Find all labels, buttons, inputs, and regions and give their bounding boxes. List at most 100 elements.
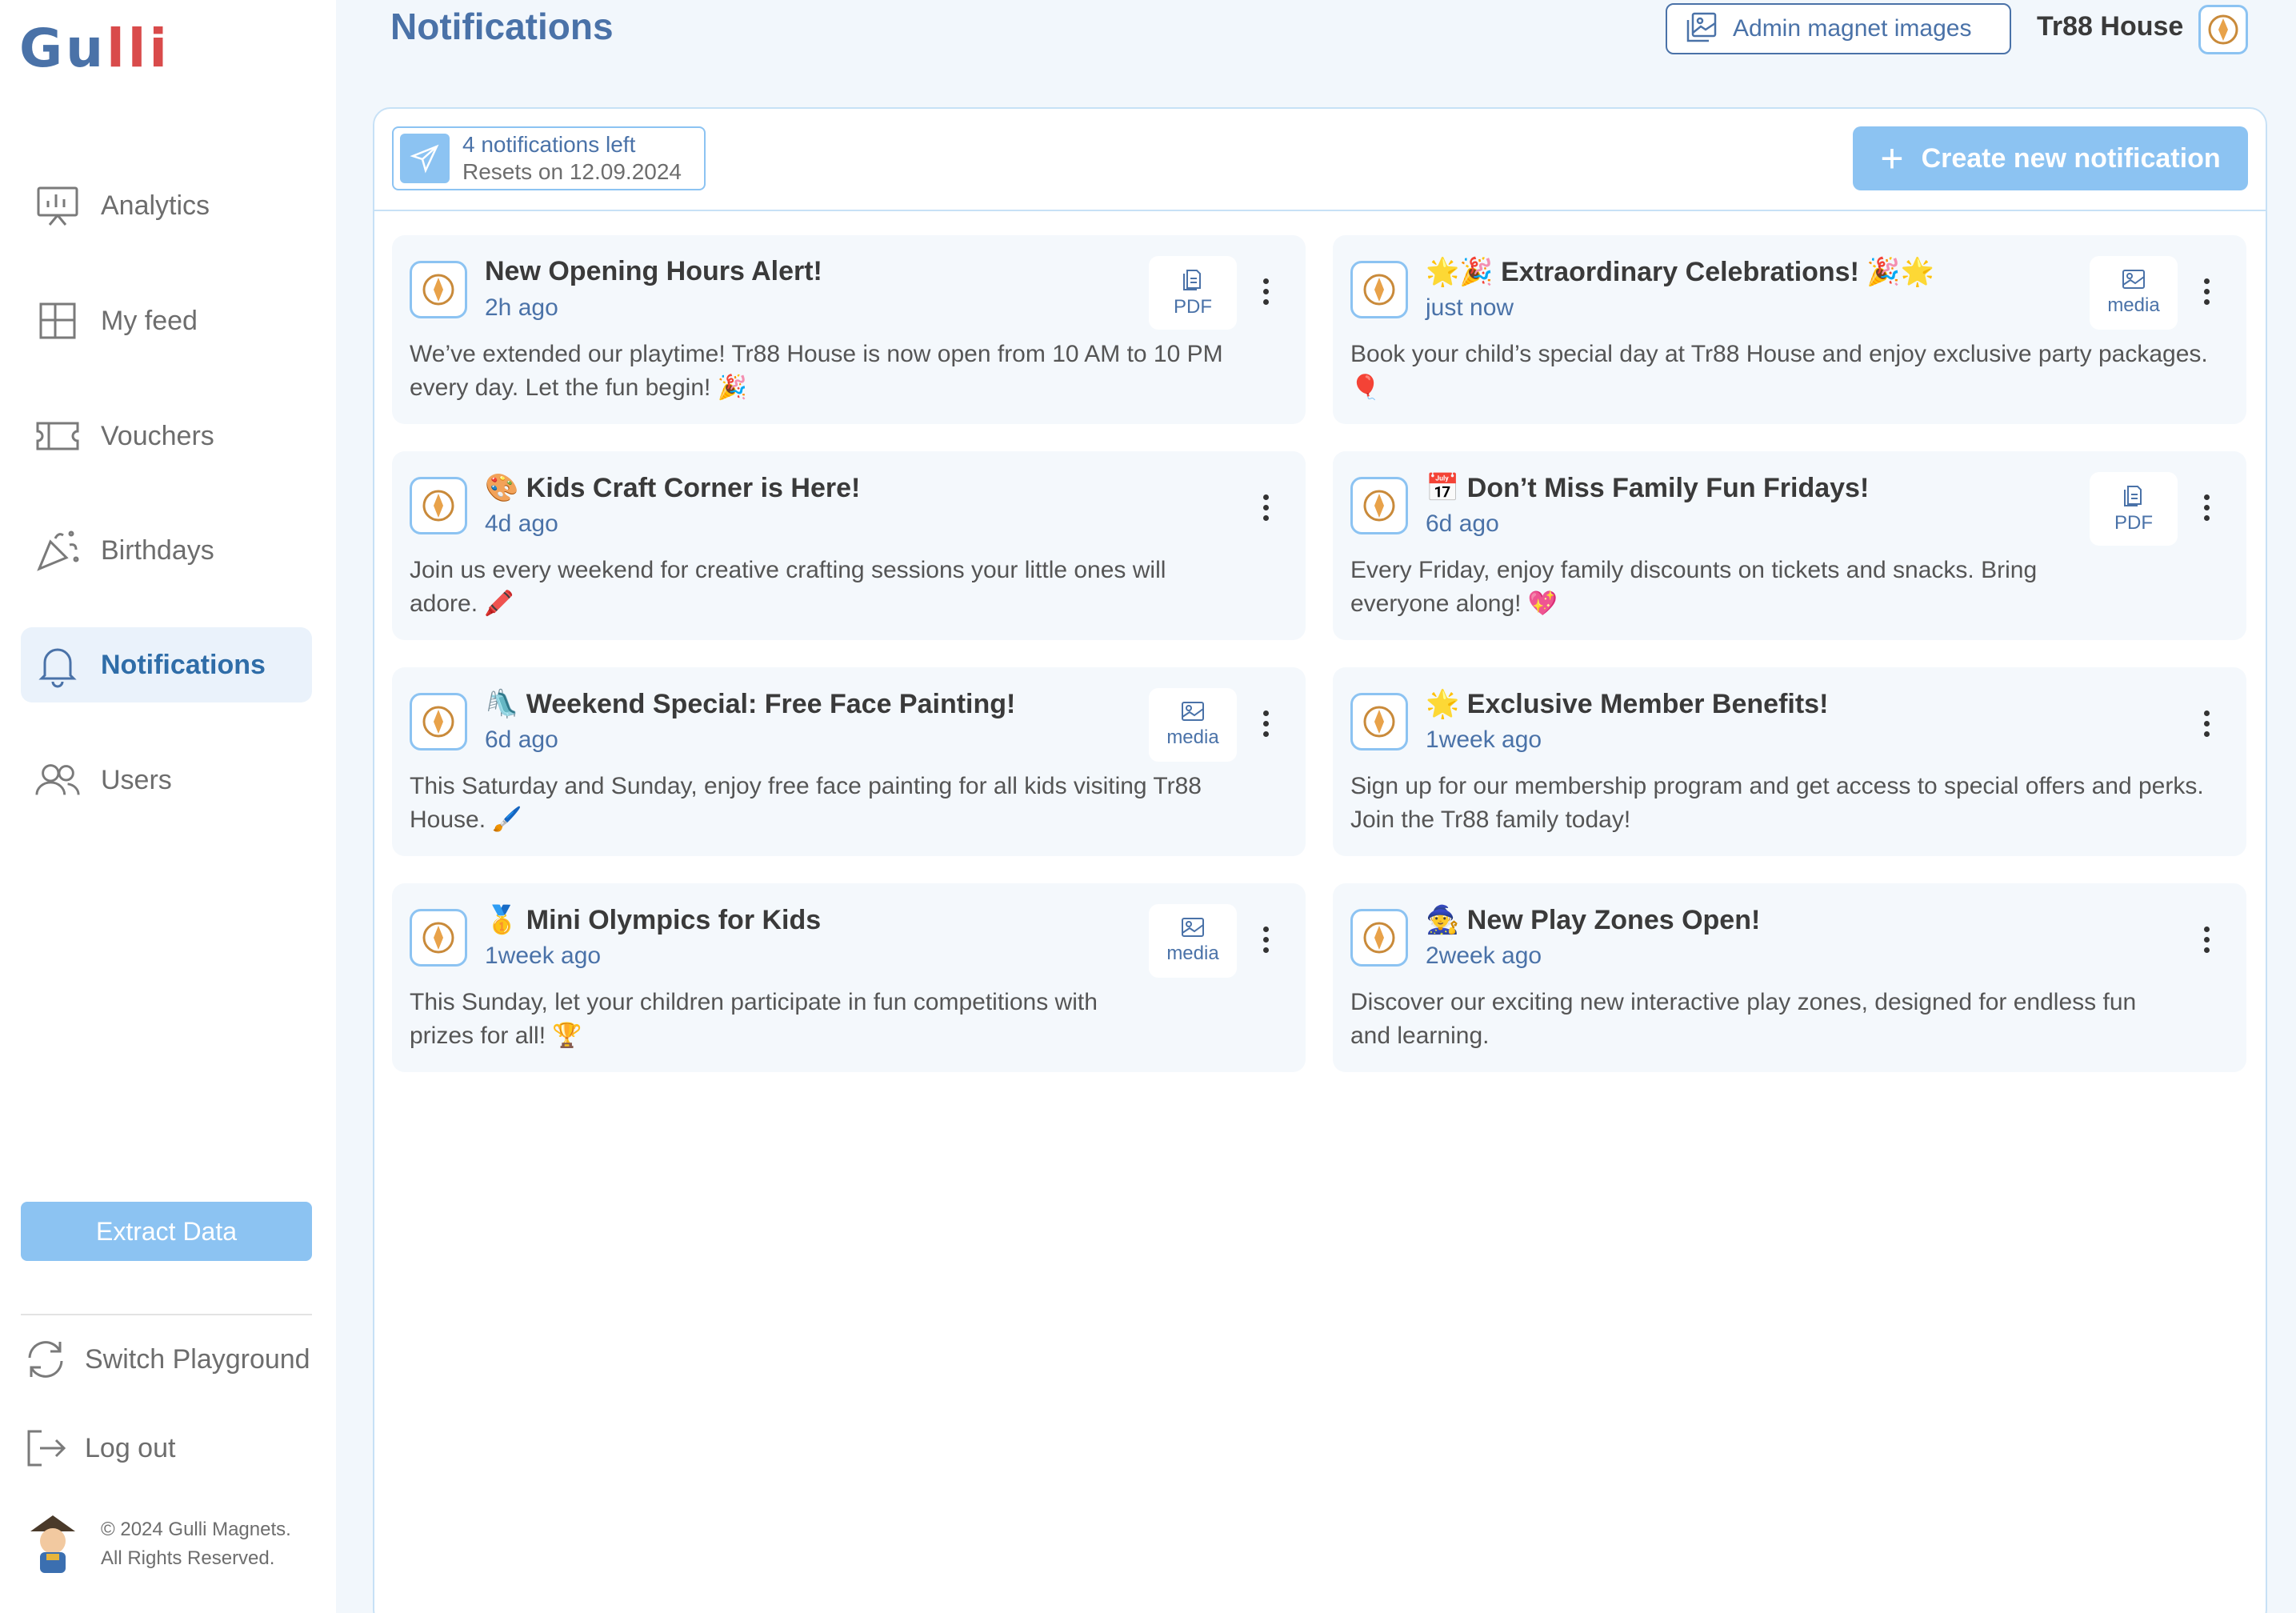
more-options-icon[interactable] xyxy=(1250,483,1282,531)
sidebar-item-notifications[interactable]: Notifications xyxy=(21,627,312,702)
notification-time: 6d ago xyxy=(485,726,558,753)
notification-body: We’ve extended our playtime! Tr88 House … xyxy=(410,341,1223,401)
more-options-icon[interactable] xyxy=(1250,915,1282,963)
notification-title: 🌟🎉 Extraordinary Celebrations! 🎉🌟 xyxy=(1426,257,1935,287)
sidebar-item-label: Vouchers xyxy=(101,420,214,451)
notification-card[interactable]: 🌟 Exclusive Member Benefits! 1week ago S… xyxy=(1333,667,2246,856)
sender-avatar xyxy=(410,477,467,534)
media-attachment[interactable]: media xyxy=(1149,904,1237,978)
house-logo-icon xyxy=(1363,922,1395,954)
log-out-label: Log out xyxy=(85,1432,176,1463)
grid-icon xyxy=(34,297,82,345)
notification-time: 1week ago xyxy=(485,943,602,969)
media-attachment[interactable]: media xyxy=(2090,256,2178,330)
page-title: Notifications xyxy=(390,6,614,47)
notification-time: 4d ago xyxy=(485,510,558,537)
house-logo-icon xyxy=(422,274,454,306)
notification-title: 🥇 Mini Olympics for Kids xyxy=(485,905,822,935)
attachment-label: media xyxy=(1166,943,1219,964)
document-icon xyxy=(2124,486,2142,506)
sender-avatar xyxy=(1350,261,1408,318)
sidebar-item-analytics[interactable]: Analytics xyxy=(21,168,312,243)
sender-avatar xyxy=(1350,477,1408,534)
notification-card[interactable]: 🧙 New Play Zones Open! 2week ago Discove… xyxy=(1333,883,2246,1072)
more-options-icon[interactable] xyxy=(1250,699,1282,747)
house-logo-icon xyxy=(1363,706,1395,738)
sender-avatar xyxy=(410,909,467,967)
pdf-attachment[interactable]: PDF xyxy=(1149,256,1237,330)
more-options-icon[interactable] xyxy=(1250,267,1282,315)
house-name: Tr88 House xyxy=(2037,11,2184,42)
media-attachment[interactable]: media xyxy=(1149,688,1237,762)
create-notification-button[interactable]: + Create new notification xyxy=(1853,126,2248,190)
house-logo-icon xyxy=(422,706,454,738)
sidebar-divider xyxy=(21,1314,312,1315)
party-popper-icon xyxy=(34,526,82,574)
more-options-icon[interactable] xyxy=(2190,483,2222,531)
notifications-panel: 4 notifications left Resets on 12.09.202… xyxy=(373,107,2267,1613)
notification-body: Book your child’s special day at Tr88 Ho… xyxy=(1350,341,2208,401)
attachment-label: PDF xyxy=(1174,296,1212,318)
analytics-icon xyxy=(34,182,82,230)
image-icon xyxy=(1182,702,1204,721)
sender-avatar xyxy=(1350,693,1408,750)
notification-card[interactable]: 📅 Don’t Miss Family Fun Fridays! 6d ago … xyxy=(1333,451,2246,640)
more-options-icon[interactable] xyxy=(2190,267,2222,315)
house-avatar[interactable] xyxy=(2198,5,2248,54)
plus-icon: + xyxy=(1880,136,1904,181)
notification-title: 🛝 Weekend Special: Free Face Painting! xyxy=(485,689,1016,719)
admin-magnet-images-label: Admin magnet images xyxy=(1733,15,1972,42)
sidebar-item-label: Notifications xyxy=(101,649,266,680)
house-logo-icon xyxy=(422,922,454,954)
notification-body: This Saturday and Sunday, enjoy free fac… xyxy=(410,773,1202,833)
gulli-logo[interactable]: Gulli xyxy=(19,18,170,79)
notification-body: Join us every weekend for creative craft… xyxy=(410,557,1166,617)
notification-time: 2h ago xyxy=(485,294,558,321)
notification-time: 2week ago xyxy=(1426,943,1542,969)
image-icon xyxy=(1182,918,1204,937)
notification-time: just now xyxy=(1426,294,1514,321)
logo-text: Gu xyxy=(19,18,107,79)
sidebar-item-birthdays[interactable]: Birthdays xyxy=(21,513,312,588)
notification-time: 6d ago xyxy=(1426,510,1499,537)
logout-icon xyxy=(21,1423,70,1473)
copyright-line-2: All Rights Reserved. xyxy=(101,1547,275,1569)
sidebar-item-my-feed[interactable]: My feed xyxy=(21,283,312,358)
sidebar-item-label: Analytics xyxy=(101,190,210,221)
send-icon xyxy=(400,134,450,183)
image-gallery-icon xyxy=(1686,12,1717,46)
switch-playground-label: Switch Playground xyxy=(85,1343,310,1375)
notification-card[interactable]: 🌟🎉 Extraordinary Celebrations! 🎉🌟 just n… xyxy=(1333,235,2246,424)
ticket-icon xyxy=(34,412,82,460)
house-logo-icon xyxy=(2208,14,2238,45)
notification-card[interactable]: 🥇 Mini Olympics for Kids 1week ago This … xyxy=(392,883,1306,1072)
house-logo-icon xyxy=(1363,274,1395,306)
more-options-icon[interactable] xyxy=(2190,915,2222,963)
sidebar-item-vouchers[interactable]: Vouchers xyxy=(21,398,312,474)
sidebar-footer: © 2024 Gulli Magnets. All Rights Reserve… xyxy=(24,1512,291,1576)
extract-data-button[interactable]: Extract Data xyxy=(21,1202,312,1261)
admin-magnet-images-button[interactable]: Admin magnet images xyxy=(1666,3,2011,54)
notification-title: 🌟 Exclusive Member Benefits! xyxy=(1426,689,1829,719)
quota-reset-date: Resets on 12.09.2024 xyxy=(462,159,682,184)
sender-avatar xyxy=(1350,909,1408,967)
document-icon xyxy=(1183,270,1201,290)
notification-body: Every Friday, enjoy family discounts on … xyxy=(1350,557,2038,617)
sidebar-item-users[interactable]: Users xyxy=(21,742,312,818)
notification-quota: 4 notifications left Resets on 12.09.202… xyxy=(392,126,706,190)
panel-header: 4 notifications left Resets on 12.09.202… xyxy=(374,109,2266,211)
create-notification-label: Create new notification xyxy=(1921,142,2221,174)
logo-dots: lli xyxy=(106,18,171,79)
switch-playground-button[interactable]: Switch Playground xyxy=(21,1331,325,1387)
notification-title: 📅 Don’t Miss Family Fun Fridays! xyxy=(1426,473,1870,503)
pdf-attachment[interactable]: PDF xyxy=(2090,472,2178,546)
more-options-icon[interactable] xyxy=(2190,699,2222,747)
attachment-label: PDF xyxy=(2114,512,2153,534)
log-out-button[interactable]: Log out xyxy=(21,1420,325,1476)
house-logo-icon xyxy=(422,490,454,522)
notification-card[interactable]: 🎨 Kids Craft Corner is Here! 4d ago Join… xyxy=(392,451,1306,640)
notification-card[interactable]: 🛝 Weekend Special: Free Face Painting! 6… xyxy=(392,667,1306,856)
sidebar: Gulli Analytics My feed Vouchers Birthda… xyxy=(0,0,336,1613)
house-logo-icon xyxy=(1363,490,1395,522)
notification-card[interactable]: New Opening Hours Alert! 2h ago We’ve ex… xyxy=(392,235,1306,424)
